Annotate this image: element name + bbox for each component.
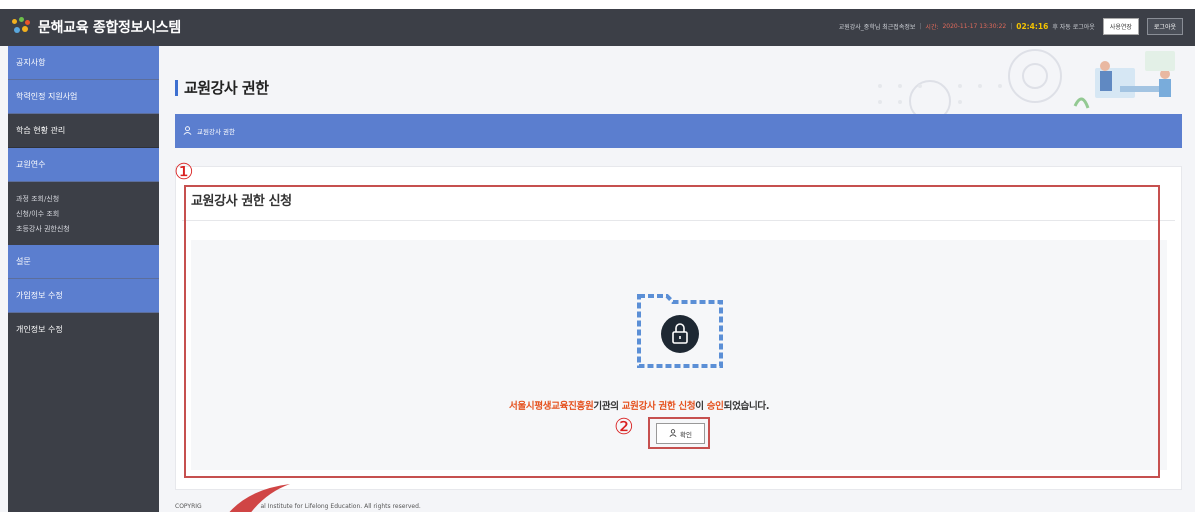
sidebar-subitem-completion[interactable]: 신청/이수 조회 bbox=[16, 207, 159, 222]
sidebar-item-notice[interactable]: 공지사항 bbox=[8, 46, 159, 80]
sidebar-item-signup-edit[interactable]: 가입정보 수정 bbox=[8, 279, 159, 313]
logo-icon bbox=[10, 17, 32, 37]
app-title: 문해교육 종합정보시스템 bbox=[38, 20, 181, 36]
session-info: 교원강사_중학님 최근접속정보 | 시간: 2020-11-17 13:30:2… bbox=[839, 18, 1183, 35]
annotation-box-2 bbox=[648, 417, 710, 449]
logout-button[interactable]: 로그아웃 bbox=[1146, 18, 1183, 35]
sidebar-submenu: 과정 조회/신청 신청/이수 조회 초등강사 권한신청 bbox=[8, 182, 159, 245]
time-value: 2020-11-17 13:30:22 bbox=[942, 23, 1007, 30]
app-logo[interactable]: 문해교육 종합정보시스템 bbox=[10, 17, 181, 37]
title-accent-bar bbox=[175, 79, 178, 96]
annotation-marker-1: ① bbox=[174, 160, 194, 185]
session-remaining: 02:4:16 bbox=[1016, 22, 1049, 31]
breadcrumb: 교원강사 권한 bbox=[175, 114, 1182, 148]
sidebar-subitem-instructor-auth[interactable]: 초등강사 권한신청 bbox=[16, 222, 159, 237]
sidebar: 공지사항 학력인정 지원사업 학습 현황 관리 교원연수 과정 조회/신청 신청… bbox=[8, 46, 159, 512]
extend-session-button[interactable]: 사용연장 bbox=[1102, 18, 1139, 35]
auto-logout-label: 후 자동 로그아웃 bbox=[1052, 24, 1095, 31]
sidebar-item-survey[interactable]: 설문 bbox=[8, 245, 159, 279]
time-label: 시간: bbox=[925, 24, 939, 31]
page-title: 교원강사 권한 bbox=[184, 79, 269, 97]
sidebar-item-learning-status[interactable]: 학습 현황 관리 bbox=[8, 114, 159, 148]
user-info: 교원강사_중학님 최근접속정보 bbox=[838, 24, 916, 31]
top-bar: 문해교육 종합정보시스템 교원강사_중학님 최근접속정보 | 시간: 2020-… bbox=[0, 0, 1195, 46]
sidebar-item-personal-edit[interactable]: 개인정보 수정 bbox=[8, 313, 159, 347]
annotation-marker-2: ② bbox=[614, 415, 634, 440]
annotation-arrow bbox=[229, 484, 290, 512]
page-header: 교원강사 권한 bbox=[175, 77, 269, 98]
sidebar-item-teacher-training[interactable]: 교원연수 bbox=[8, 148, 159, 182]
sidebar-item-academic-support[interactable]: 학력인정 지원사업 bbox=[8, 80, 159, 114]
user-icon bbox=[183, 125, 192, 137]
breadcrumb-label: 교원강사 권한 bbox=[197, 128, 235, 136]
sidebar-subitem-course[interactable]: 과정 조회/신청 bbox=[16, 192, 159, 207]
